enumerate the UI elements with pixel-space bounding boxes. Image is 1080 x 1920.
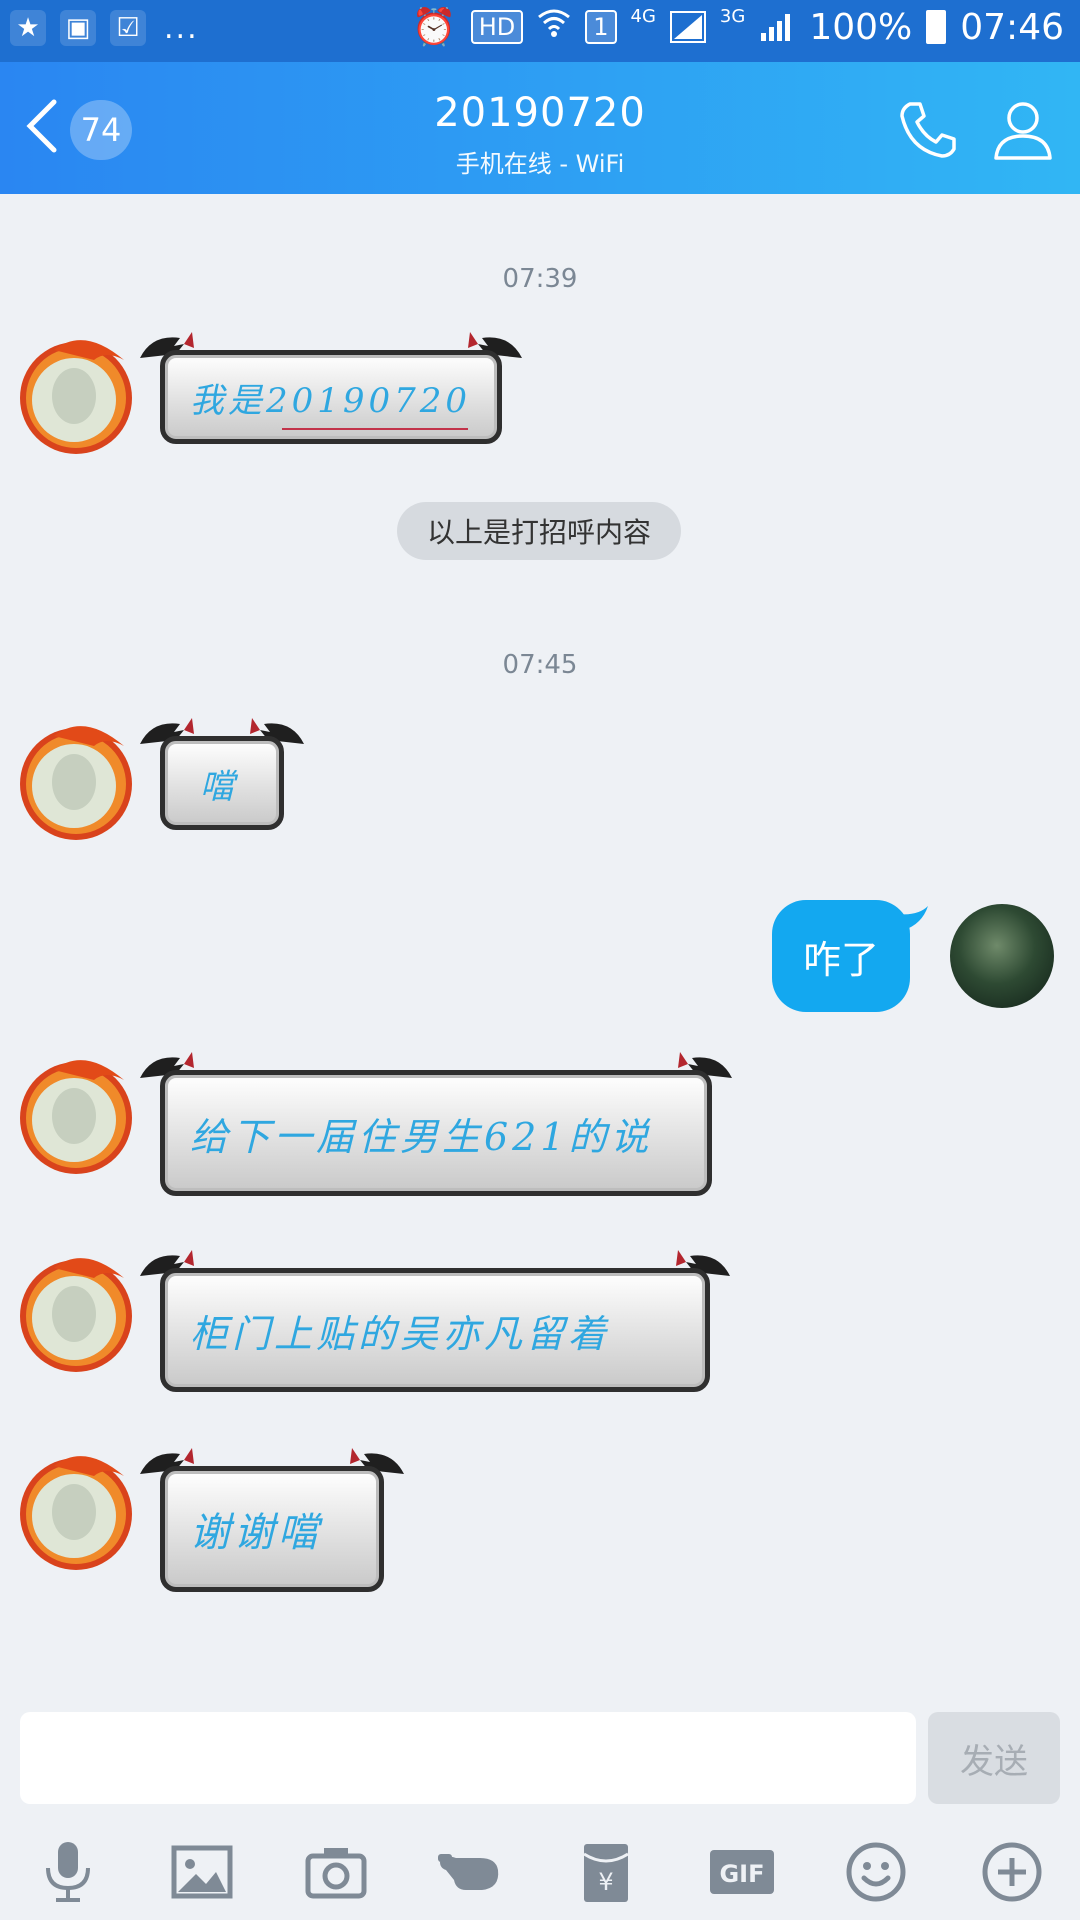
phone-call-icon[interactable] — [896, 98, 960, 162]
contact-avatar[interactable] — [14, 330, 142, 458]
message-text: 谢谢噹 — [190, 1510, 322, 1556]
svg-text:¥: ¥ — [598, 1868, 613, 1896]
my-avatar[interactable] — [950, 904, 1054, 1008]
contact-avatar[interactable] — [14, 1050, 142, 1178]
contact-avatar[interactable] — [14, 716, 142, 844]
hd-badge: HD — [470, 10, 524, 44]
wifi-icon — [537, 7, 571, 48]
bubble-tail — [898, 906, 928, 930]
image-icon[interactable] — [166, 1836, 238, 1908]
gif-icon[interactable]: GIF — [706, 1836, 778, 1908]
battery-percent: 100% — [809, 6, 913, 48]
poke-icon[interactable] — [436, 1836, 508, 1908]
message-text: 噹 — [200, 766, 238, 807]
contact-avatar[interactable] — [14, 1446, 142, 1574]
status-bar: ★ ▣ ☑ ... ⏰ HD 1 4G 3G 100% 07:46 — [0, 0, 1080, 62]
mic-icon[interactable] — [32, 1836, 104, 1908]
star-app-icon: ★ — [10, 10, 46, 46]
message-text: 柜门上贴的吴亦凡留着 — [190, 1311, 611, 1356]
message-bubble[interactable]: 柜门上贴的吴亦凡留着 — [140, 1248, 730, 1412]
clock: 07:46 — [960, 6, 1064, 48]
message-bubble[interactable]: 谢谢噹 — [140, 1446, 404, 1612]
camera-icon[interactable] — [300, 1836, 372, 1908]
more-notifications: ... — [164, 10, 199, 46]
message-bubble[interactable]: 给下一届住男生621的说 — [140, 1050, 732, 1216]
signal-3g-icon — [761, 14, 791, 41]
timestamp: 07:39 — [502, 264, 578, 294]
my-message-bubble[interactable]: 咋了 — [772, 900, 910, 1012]
message-bubble[interactable]: 我是20190720 — [140, 330, 522, 464]
system-notice: 以上是打招呼内容 — [397, 502, 681, 560]
red-packet-icon[interactable]: ¥ — [570, 1836, 642, 1908]
message-text: 给下一届住男生621的说 — [190, 1114, 653, 1159]
text-underline — [282, 428, 468, 430]
signal-4g-icon — [669, 11, 706, 43]
battery-icon — [926, 10, 947, 44]
network-4g-label: 4G — [630, 6, 656, 27]
chat-toolbar: ¥ GIF — [0, 1822, 1080, 1920]
gallery-icon: ▣ — [60, 10, 96, 46]
network-3g-label: 3G — [719, 6, 746, 27]
plus-icon[interactable] — [976, 1836, 1048, 1908]
message-text: 我是20190720 — [190, 380, 472, 421]
message-input[interactable] — [20, 1712, 916, 1804]
profile-icon[interactable] — [992, 98, 1054, 162]
emoji-icon[interactable] — [840, 1836, 912, 1908]
checklist-icon: ☑ — [110, 10, 146, 46]
contact-avatar[interactable] — [14, 1248, 142, 1376]
sim-badge: 1 — [585, 10, 617, 44]
svg-text:GIF: GIF — [719, 1860, 764, 1888]
send-button[interactable]: 发送 — [928, 1712, 1060, 1804]
alarm-icon: ⏰ — [411, 7, 457, 48]
timestamp: 07:45 — [502, 650, 578, 680]
message-bubble[interactable]: 噹 — [140, 716, 304, 850]
chat-header: 74 20190720 手机在线 - WiFi — [0, 62, 1080, 194]
